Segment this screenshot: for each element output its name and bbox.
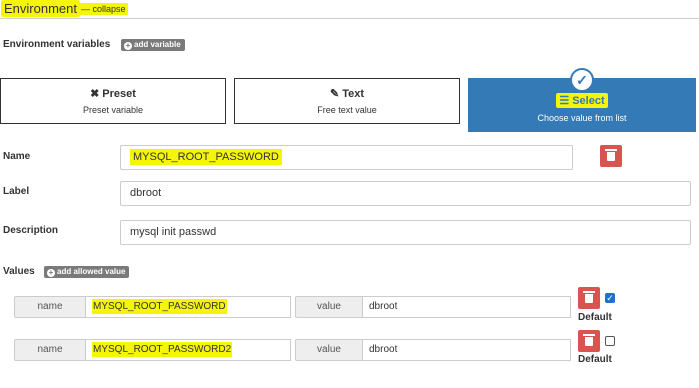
trash-icon bbox=[605, 149, 617, 161]
delete-variable-button[interactable] bbox=[600, 145, 622, 167]
value-row-1-delete-button[interactable] bbox=[578, 287, 600, 309]
value-row-1-name-input[interactable]: MYSQL_ROOT_PASSWORD bbox=[85, 296, 291, 318]
value-row-1-default-label: Default bbox=[578, 312, 612, 323]
name-label: Name bbox=[3, 151, 31, 162]
type-preset-title: Preset bbox=[102, 88, 136, 100]
collapse-link[interactable]: — collapse bbox=[79, 3, 128, 15]
type-card-preset[interactable]: ✖ Preset Preset variable bbox=[0, 78, 226, 124]
label-label: Label bbox=[3, 186, 30, 197]
value-row-2-name-addon: name bbox=[14, 339, 86, 361]
section-title: Environment bbox=[1, 0, 80, 17]
value-row-2-default-checkbox[interactable] bbox=[605, 336, 615, 346]
trash-icon bbox=[583, 334, 595, 346]
value-row-1-value-input[interactable]: dbroot bbox=[362, 296, 571, 318]
value-row-2-name: MYSQL_ROOT_PASSWORD2 bbox=[92, 342, 233, 357]
label-input[interactable]: dbroot bbox=[120, 181, 691, 206]
value-row-2-value-addon: value bbox=[295, 339, 363, 361]
type-text-title: Text bbox=[342, 88, 365, 100]
name-input[interactable]: MYSQL_ROOT_PASSWORD bbox=[120, 145, 573, 170]
trash-icon bbox=[583, 291, 595, 303]
selected-check-icon: ✓ bbox=[570, 68, 594, 92]
type-select-title: Select bbox=[572, 95, 605, 107]
add-variable-label: add variable bbox=[134, 40, 181, 49]
type-card-text[interactable]: ✎ Text Free text value bbox=[234, 78, 460, 124]
value-row-2-delete-button[interactable] bbox=[578, 330, 600, 352]
plus-icon: + bbox=[124, 41, 132, 50]
value-row-1-name: MYSQL_ROOT_PASSWORD bbox=[92, 299, 227, 314]
user-slash-icon: ✖ bbox=[90, 88, 100, 100]
add-allowed-value-label: add allowed value bbox=[57, 267, 126, 276]
value-row-2-default-label: Default bbox=[578, 354, 612, 365]
description-label: Description bbox=[3, 225, 59, 236]
value-row-2-name-input[interactable]: MYSQL_ROOT_PASSWORD2 bbox=[85, 339, 291, 361]
value-row-1-value-addon: value bbox=[295, 296, 363, 318]
section-header: Environment — collapse bbox=[0, 0, 699, 19]
edit-icon: ✎ bbox=[329, 88, 340, 100]
list-icon: ☰ bbox=[559, 95, 570, 107]
values-label: Values bbox=[3, 266, 35, 277]
type-select-subtitle: Choose value from list bbox=[537, 113, 627, 123]
add-variable-button[interactable]: + add variable bbox=[121, 39, 185, 51]
add-allowed-value-button[interactable]: + add allowed value bbox=[44, 266, 130, 278]
description-input[interactable]: mysql init passwd bbox=[120, 220, 691, 245]
plus-icon: + bbox=[47, 268, 55, 277]
value-row-2-value-input[interactable]: dbroot bbox=[362, 339, 571, 361]
type-text-subtitle: Free text value bbox=[317, 105, 377, 115]
env-vars-label: Environment variables bbox=[3, 39, 111, 50]
type-preset-subtitle: Preset variable bbox=[82, 105, 144, 115]
value-row-1-name-addon: name bbox=[14, 296, 86, 318]
value-row-1-default-checkbox[interactable]: ✓ bbox=[605, 293, 615, 303]
name-input-value: MYSQL_ROOT_PASSWORD bbox=[130, 149, 282, 165]
